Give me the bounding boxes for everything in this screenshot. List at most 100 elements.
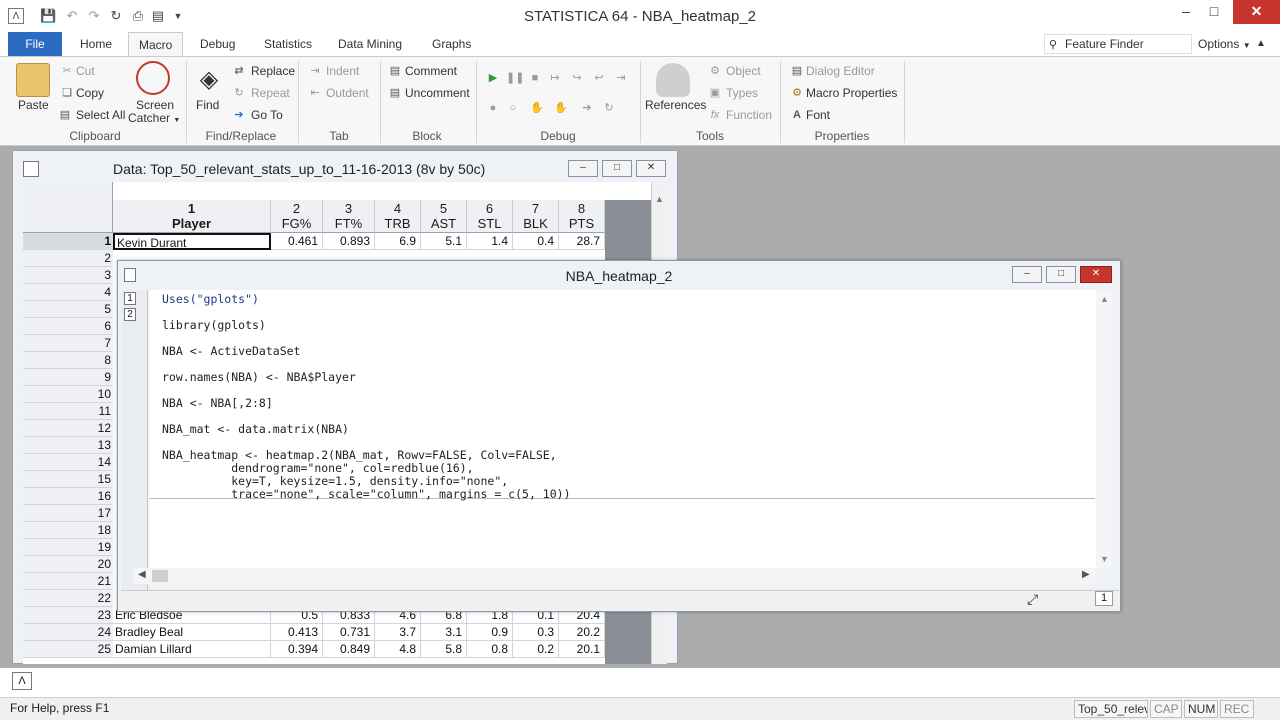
cell-value[interactable]: 0.893 [323, 233, 375, 250]
cell-value[interactable]: 20.2 [559, 624, 605, 641]
clear-breakpoints-icon[interactable]: ○ [506, 101, 520, 115]
tab-macro[interactable]: Macro [128, 32, 184, 57]
types-button[interactable]: Types [726, 86, 758, 100]
data-maximize-icon[interactable]: □ [602, 160, 632, 177]
row-header[interactable]: 12 [23, 420, 113, 437]
row-header[interactable]: 14 [23, 454, 113, 471]
paste-icon[interactable] [16, 63, 50, 97]
pause-icon[interactable]: ❚❚ [506, 71, 524, 85]
cell-value[interactable]: 5.8 [421, 641, 467, 658]
editor-vertical-scrollbar[interactable]: ▲ ▼ [1096, 290, 1112, 568]
hand-icon[interactable]: ✋ [530, 101, 544, 115]
feature-finder[interactable]: ⚲ Feature Finder [1044, 34, 1192, 54]
scroll-left-icon[interactable]: ◀ [138, 569, 146, 580]
cell-value[interactable]: 0.413 [271, 624, 323, 641]
cell-value[interactable]: 1.4 [467, 233, 513, 250]
outdent-button[interactable]: Outdent [326, 86, 369, 100]
repeat-button[interactable]: Repeat [251, 86, 290, 100]
row-header[interactable]: 19 [23, 539, 113, 556]
data-minimize-icon[interactable]: – [568, 160, 598, 177]
scroll-right-icon[interactable]: ▶ [1082, 569, 1090, 580]
cell-value[interactable]: 4.8 [375, 641, 421, 658]
find-button[interactable]: Find [196, 98, 219, 112]
tab-graphs[interactable]: Graphs [422, 32, 481, 56]
row-header[interactable]: 16 [23, 488, 113, 505]
cell-value[interactable]: 0.849 [323, 641, 375, 658]
row-header[interactable]: 23 [23, 607, 113, 624]
select-all-button[interactable]: Select All [76, 108, 125, 122]
help-icon[interactable]: ▲ [1246, 32, 1276, 56]
column-header-ft[interactable]: 3 FT% [323, 200, 375, 233]
row-header[interactable]: 2 [23, 250, 113, 267]
run-to-cursor-icon[interactable]: ⇥ [614, 71, 628, 85]
grid-corner[interactable] [23, 182, 113, 233]
row-header[interactable]: 5 [23, 301, 113, 318]
comment-button[interactable]: Comment [405, 64, 457, 78]
column-header-player[interactable]: 1 Player [113, 200, 271, 233]
editor-horizontal-scrollbar[interactable]: ◀ ▶ [134, 568, 1096, 584]
tab-home[interactable]: Home [70, 32, 122, 56]
column-header-fg[interactable]: 2 FG% [271, 200, 323, 233]
object-button[interactable]: Object [726, 64, 761, 78]
row-header[interactable]: 4 [23, 284, 113, 301]
data-close-icon[interactable]: ✕ [636, 160, 666, 177]
column-header-blk[interactable]: 7 BLK [513, 200, 559, 233]
cell-value[interactable]: 28.7 [559, 233, 605, 250]
macro-properties-button[interactable]: Macro Properties [806, 86, 897, 100]
uncomment-button[interactable]: Uncomment [405, 86, 470, 100]
reset-icon[interactable]: ↻ [602, 101, 616, 115]
screen-catcher-icon[interactable] [136, 61, 170, 95]
references-button[interactable]: References [645, 98, 706, 112]
binoculars-icon[interactable]: ◈ [192, 65, 226, 99]
row-header[interactable]: 20 [23, 556, 113, 573]
column-header-ast[interactable]: 5 AST [421, 200, 467, 233]
row-header[interactable]: 6 [23, 318, 113, 335]
row-header[interactable]: 13 [23, 437, 113, 454]
goto-button[interactable]: Go To [251, 108, 283, 122]
cell-value[interactable]: 20.1 [559, 641, 605, 658]
stop-icon[interactable]: ■ [528, 71, 542, 85]
cut-button[interactable]: Cut [76, 64, 95, 78]
step-out-icon[interactable]: ↩ [592, 71, 606, 85]
row-header[interactable]: 21 [23, 573, 113, 590]
column-header-trb[interactable]: 4 TRB [375, 200, 421, 233]
cell-player[interactable]: Kevin Durant [113, 233, 271, 250]
scroll-up-icon[interactable]: ▲ [655, 194, 664, 204]
cell-value[interactable]: 0.461 [271, 233, 323, 250]
scroll-down-icon[interactable]: ▼ [1100, 554, 1109, 564]
cell-value[interactable]: 0.8 [467, 641, 513, 658]
toggle-breakpoint-icon[interactable]: ● [486, 101, 500, 115]
font-button[interactable]: Font [806, 108, 830, 122]
row-header[interactable]: 10 [23, 386, 113, 403]
row-header[interactable]: 11 [23, 403, 113, 420]
cell-player[interactable]: Bradley Beal [113, 624, 271, 641]
macro-maximize-icon[interactable]: □ [1046, 266, 1076, 283]
cell-value[interactable]: 5.1 [421, 233, 467, 250]
tab-file[interactable]: File [8, 32, 62, 56]
row-header[interactable]: 9 [23, 369, 113, 386]
minimized-window-icon[interactable]: Λ [12, 672, 32, 690]
row-header[interactable]: 18 [23, 522, 113, 539]
tab-statistics[interactable]: Statistics [254, 32, 322, 56]
screen-catcher-button[interactable]: Screen [136, 98, 174, 112]
row-header[interactable]: 3 [23, 267, 113, 284]
references-icon[interactable] [656, 63, 690, 97]
scroll-up-icon[interactable]: ▲ [1100, 294, 1109, 304]
cell-value[interactable]: 3.7 [375, 624, 421, 641]
cell-value[interactable]: 6.9 [375, 233, 421, 250]
column-header-stl[interactable]: 6 STL [467, 200, 513, 233]
copy-button[interactable]: Copy [76, 86, 104, 100]
row-header[interactable]: 22 [23, 590, 113, 607]
row-header[interactable]: 24 [23, 624, 113, 641]
cell-value[interactable]: 0.731 [323, 624, 375, 641]
row-header[interactable]: 7 [23, 335, 113, 352]
replace-button[interactable]: Replace [251, 64, 295, 78]
row-header[interactable]: 17 [23, 505, 113, 522]
tab-debug[interactable]: Debug [190, 32, 245, 56]
arrow-icon[interactable]: ➔ [580, 101, 594, 115]
cell-value[interactable]: 0.9 [467, 624, 513, 641]
macro-minimize-icon[interactable]: – [1012, 266, 1042, 283]
minimize-icon[interactable]: – [1172, 0, 1200, 24]
run-icon[interactable]: ▶ [486, 71, 500, 85]
cell-value[interactable]: 3.1 [421, 624, 467, 641]
